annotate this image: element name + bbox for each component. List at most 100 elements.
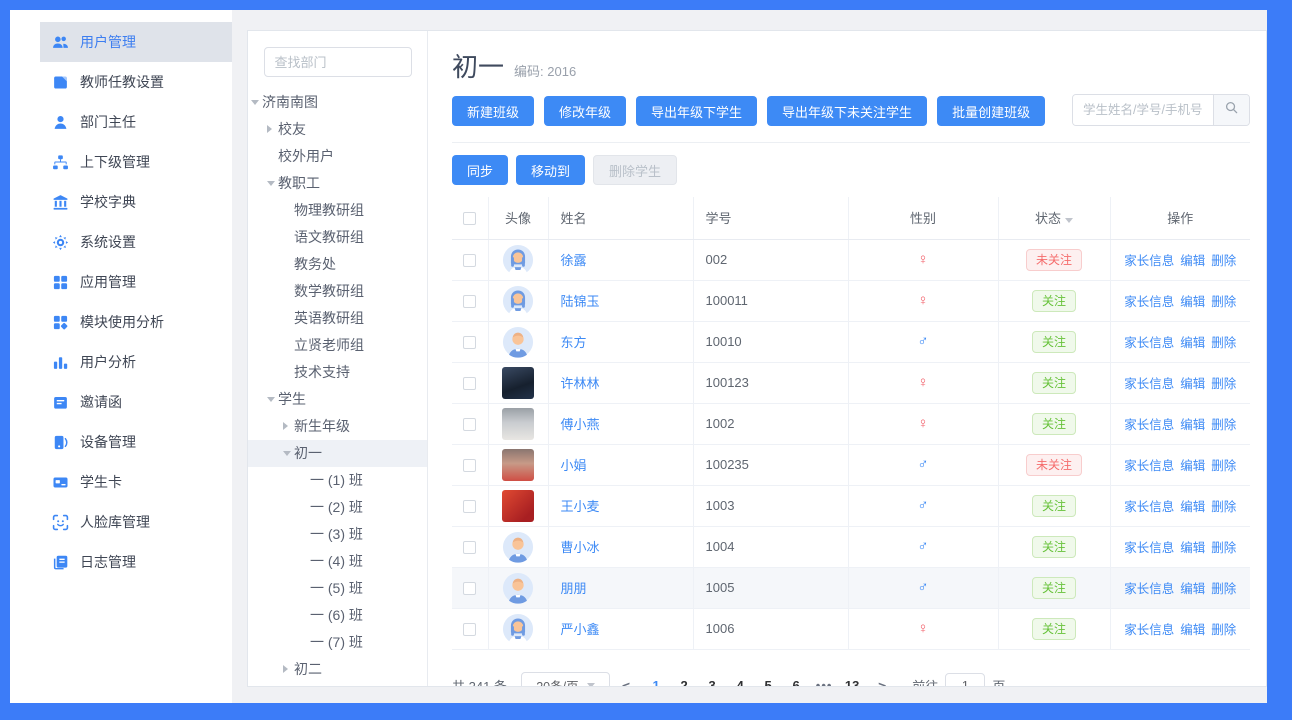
tree-node[interactable]: 初二 xyxy=(248,656,427,683)
sidebar-item-modules[interactable]: 模块使用分析 xyxy=(40,302,232,342)
edit-link[interactable]: 编辑 xyxy=(1180,418,1205,432)
sidebar-item-device[interactable]: 设备管理 xyxy=(40,422,232,462)
sidebar-item-users[interactable]: 用户管理 xyxy=(40,22,232,62)
sidebar-item-school[interactable]: 学校字典 xyxy=(40,182,232,222)
student-name-link[interactable]: 东方 xyxy=(561,335,587,350)
tree-node[interactable]: 初一 xyxy=(248,440,427,467)
tree-node[interactable]: 初三 xyxy=(248,683,427,686)
tree-node[interactable]: 校外用户 xyxy=(248,143,427,170)
create-class-button[interactable]: 新建班级 xyxy=(452,96,534,126)
student-search-input[interactable] xyxy=(1073,95,1213,125)
edit-link[interactable]: 编辑 xyxy=(1180,295,1205,309)
student-name-link[interactable]: 小娟 xyxy=(561,458,587,473)
search-button[interactable] xyxy=(1213,95,1249,125)
tree-node[interactable]: 一 (7) 班 xyxy=(248,629,427,656)
page-number[interactable]: 3 xyxy=(698,678,726,686)
row-checkbox[interactable] xyxy=(463,459,476,472)
tree-node[interactable]: 校友 xyxy=(248,116,427,143)
col-header-status[interactable]: 状态 xyxy=(998,197,1110,239)
edit-link[interactable]: 编辑 xyxy=(1180,500,1205,514)
tree-node[interactable]: 英语教研组 xyxy=(248,305,427,332)
batch-create-class-button[interactable]: 批量创建班级 xyxy=(937,96,1045,126)
delete-link[interactable]: 删除 xyxy=(1211,377,1236,391)
student-name-link[interactable]: 严小鑫 xyxy=(561,622,600,637)
row-checkbox[interactable] xyxy=(463,500,476,513)
edit-link[interactable]: 编辑 xyxy=(1180,254,1205,268)
edit-link[interactable]: 编辑 xyxy=(1180,582,1205,596)
tree-node[interactable]: 一 (2) 班 xyxy=(248,494,427,521)
sidebar-item-chart[interactable]: 用户分析 xyxy=(40,342,232,382)
sidebar-item-logs[interactable]: 日志管理 xyxy=(40,542,232,582)
move-to-button[interactable]: 移动到 xyxy=(516,155,585,185)
row-checkbox[interactable] xyxy=(463,254,476,267)
tree-node[interactable]: 一 (6) 班 xyxy=(248,602,427,629)
delete-link[interactable]: 删除 xyxy=(1211,418,1236,432)
sidebar-item-face[interactable]: 人脸库管理 xyxy=(40,502,232,542)
student-name-link[interactable]: 陆锦玉 xyxy=(561,294,600,309)
row-checkbox[interactable] xyxy=(463,295,476,308)
tree-node[interactable]: 一 (4) 班 xyxy=(248,548,427,575)
sidebar-item-apps[interactable]: 应用管理 xyxy=(40,262,232,302)
row-checkbox[interactable] xyxy=(463,623,476,636)
edit-link[interactable]: 编辑 xyxy=(1180,541,1205,555)
tree-node[interactable]: 语文教研组 xyxy=(248,224,427,251)
prev-page-button[interactable]: < xyxy=(622,678,630,687)
student-name-link[interactable]: 傅小燕 xyxy=(561,417,600,432)
parent-info-link[interactable]: 家长信息 xyxy=(1124,336,1174,350)
parent-info-link[interactable]: 家长信息 xyxy=(1124,459,1174,473)
row-checkbox[interactable] xyxy=(463,377,476,390)
page-number[interactable]: 6 xyxy=(782,678,810,686)
tree-node[interactable]: 教职工 xyxy=(248,170,427,197)
row-checkbox[interactable] xyxy=(463,336,476,349)
goto-page-input[interactable] xyxy=(945,673,985,687)
parent-info-link[interactable]: 家长信息 xyxy=(1124,254,1174,268)
tree-node[interactable]: 一 (3) 班 xyxy=(248,521,427,548)
edit-grade-button[interactable]: 修改年级 xyxy=(544,96,626,126)
row-checkbox[interactable] xyxy=(463,541,476,554)
tree-node[interactable]: 教务处 xyxy=(248,251,427,278)
delete-link[interactable]: 删除 xyxy=(1211,623,1236,637)
page-number[interactable]: 1 xyxy=(642,678,670,686)
delete-link[interactable]: 删除 xyxy=(1211,541,1236,555)
delete-link[interactable]: 删除 xyxy=(1211,336,1236,350)
parent-info-link[interactable]: 家长信息 xyxy=(1124,623,1174,637)
page-number[interactable]: 13 xyxy=(838,678,866,686)
tree-node[interactable]: 技术支持 xyxy=(248,359,427,386)
student-name-link[interactable]: 朋朋 xyxy=(561,581,587,596)
delete-link[interactable]: 删除 xyxy=(1211,254,1236,268)
sidebar-item-hierarchy[interactable]: 上下级管理 xyxy=(40,142,232,182)
parent-info-link[interactable]: 家长信息 xyxy=(1124,500,1174,514)
parent-info-link[interactable]: 家长信息 xyxy=(1124,582,1174,596)
parent-info-link[interactable]: 家长信息 xyxy=(1124,418,1174,432)
page-number[interactable]: 5 xyxy=(754,678,782,686)
student-name-link[interactable]: 徐露 xyxy=(561,253,587,268)
next-page-button[interactable]: > xyxy=(878,678,886,687)
page-size-select[interactable]: 20条/页 xyxy=(521,672,610,687)
row-checkbox[interactable] xyxy=(463,582,476,595)
row-checkbox[interactable] xyxy=(463,418,476,431)
tree-node[interactable]: 立贤老师组 xyxy=(248,332,427,359)
tree-node[interactable]: 物理教研组 xyxy=(248,197,427,224)
delete-link[interactable]: 删除 xyxy=(1211,500,1236,514)
delete-link[interactable]: 删除 xyxy=(1211,459,1236,473)
tree-node[interactable]: 一 (5) 班 xyxy=(248,575,427,602)
parent-info-link[interactable]: 家长信息 xyxy=(1124,295,1174,309)
sidebar-item-assignment[interactable]: 教师任教设置 xyxy=(40,62,232,102)
edit-link[interactable]: 编辑 xyxy=(1180,377,1205,391)
department-search-input[interactable] xyxy=(264,47,412,77)
export-unfollowed-button[interactable]: 导出年级下未关注学生 xyxy=(767,96,927,126)
student-name-link[interactable]: 曹小冰 xyxy=(561,540,600,555)
export-students-button[interactable]: 导出年级下学生 xyxy=(636,96,757,126)
edit-link[interactable]: 编辑 xyxy=(1180,459,1205,473)
student-name-link[interactable]: 许林林 xyxy=(561,376,600,391)
delete-link[interactable]: 删除 xyxy=(1211,582,1236,596)
student-name-link[interactable]: 王小麦 xyxy=(561,499,600,514)
sidebar-item-gear[interactable]: 系统设置 xyxy=(40,222,232,262)
tree-node[interactable]: 济南南图 xyxy=(248,89,427,116)
page-number[interactable]: 2 xyxy=(670,678,698,686)
tree-node[interactable]: 一 (1) 班 xyxy=(248,467,427,494)
tree-node[interactable]: 数学教研组 xyxy=(248,278,427,305)
delete-link[interactable]: 删除 xyxy=(1211,295,1236,309)
sidebar-item-card[interactable]: 学生卡 xyxy=(40,462,232,502)
sidebar-item-invitation[interactable]: 邀请函 xyxy=(40,382,232,422)
